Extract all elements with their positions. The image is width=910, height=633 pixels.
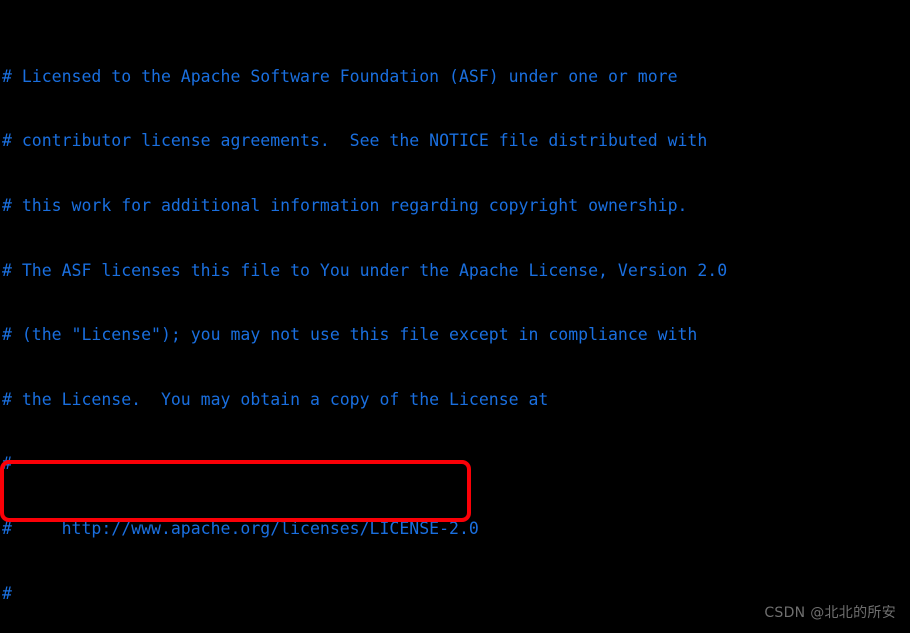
code-line: # [2, 453, 908, 475]
comment-text: # the License. You may obtain a copy of … [2, 389, 549, 409]
csdn-watermark: CSDN @北北的所安 [764, 605, 896, 622]
comment-text: # [2, 454, 12, 474]
code-line: # (the "License"); you may not use this … [2, 324, 908, 346]
comment-text: # The ASF licenses this file to You unde… [2, 260, 728, 280]
code-line-license-url: # http://www.apache.org/licenses/LICENSE… [2, 518, 908, 540]
comment-text: # Licensed to the Apache Software Founda… [2, 66, 678, 86]
code-line: # The ASF licenses this file to You unde… [2, 260, 908, 282]
comment-text: # (the "License"); you may not use this … [2, 325, 698, 345]
license-url-text: # http://www.apache.org/licenses/LICENSE… [2, 519, 479, 539]
code-line: # contributor license agreements. See th… [2, 130, 908, 152]
terminal-window[interactable]: # Licensed to the Apache Software Founda… [0, 0, 910, 633]
code-line: # Licensed to the Apache Software Founda… [2, 66, 908, 88]
file-contents: # Licensed to the Apache Software Founda… [2, 1, 908, 633]
comment-text: # contributor license agreements. See th… [2, 131, 708, 151]
code-line: # this work for additional information r… [2, 195, 908, 217]
code-line: # [2, 583, 908, 605]
comment-text: # this work for additional information r… [2, 195, 688, 215]
code-line: # the License. You may obtain a copy of … [2, 389, 908, 411]
comment-text: # [2, 583, 12, 603]
